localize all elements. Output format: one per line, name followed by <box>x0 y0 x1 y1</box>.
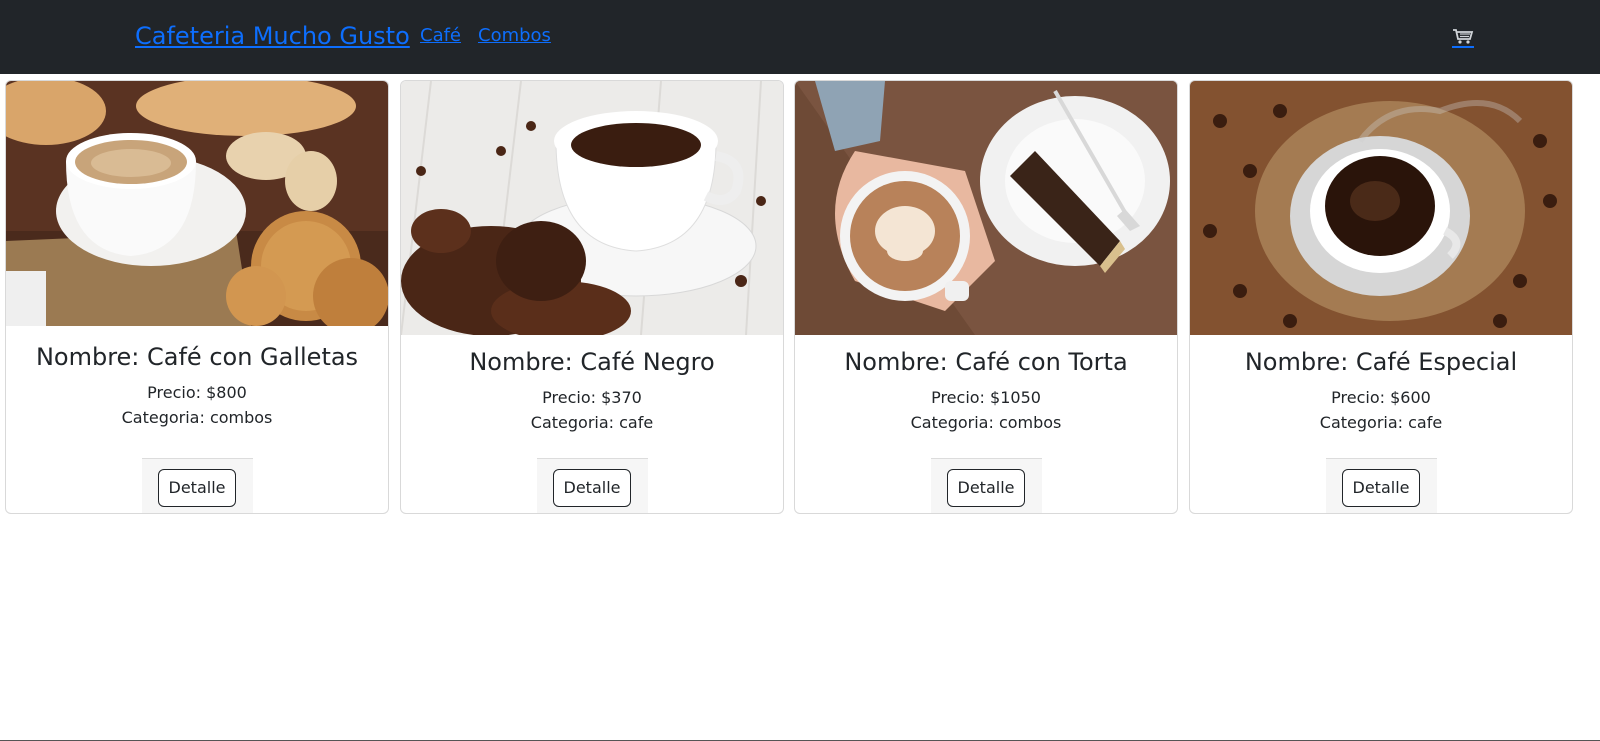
product-price: Precio: $600 <box>1331 388 1431 407</box>
detail-button[interactable]: Detalle <box>1342 469 1420 507</box>
product-name: Nombre: Café con Galletas <box>35 343 359 371</box>
product-name: Nombre: Café Especial <box>1244 348 1518 376</box>
product-image-cafe-con-galletas <box>6 81 388 326</box>
product-image-cafe-con-torta <box>795 81 1177 335</box>
detail-button[interactable]: Detalle <box>947 469 1025 507</box>
product-category: Categoria: cafe <box>1319 413 1443 432</box>
brand-link[interactable]: Cafeteria Mucho Gusto <box>135 22 410 50</box>
product-card: Nombre: Café con Torta Precio: $1050 Cat… <box>794 80 1178 514</box>
product-image-cafe-especial <box>1190 81 1572 335</box>
nav-link-combos[interactable]: Combos <box>478 25 551 46</box>
product-price: Precio: $370 <box>542 388 642 407</box>
card-footer: Detalle <box>931 458 1042 513</box>
product-card: Nombre: Café con Galletas Precio: $800 C… <box>5 80 389 514</box>
product-category: Categoria: cafe <box>530 413 654 432</box>
detail-button[interactable]: Detalle <box>158 469 236 507</box>
product-card: Nombre: Café Negro Precio: $370 Categori… <box>400 80 784 514</box>
product-image-cafe-negro <box>401 81 783 335</box>
product-price: Precio: $1050 <box>931 388 1041 407</box>
card-footer: Detalle <box>142 458 253 513</box>
product-card: Nombre: Café Especial Precio: $600 Categ… <box>1189 80 1573 514</box>
product-name: Nombre: Café con Torta <box>844 348 1128 376</box>
card-footer: Detalle <box>537 458 648 513</box>
nav-link-cafe[interactable]: Café <box>420 25 461 46</box>
navbar: Cafeteria Mucho Gusto Café Combos <box>0 0 1600 74</box>
product-category: Categoria: combos <box>121 408 273 427</box>
cart-icon <box>1453 29 1474 44</box>
detail-button[interactable]: Detalle <box>553 469 631 507</box>
card-footer: Detalle <box>1326 458 1437 513</box>
product-price: Precio: $800 <box>147 383 247 402</box>
cart-link[interactable] <box>1452 24 1474 48</box>
product-name: Nombre: Café Negro <box>469 348 715 376</box>
product-category: Categoria: combos <box>910 413 1062 432</box>
